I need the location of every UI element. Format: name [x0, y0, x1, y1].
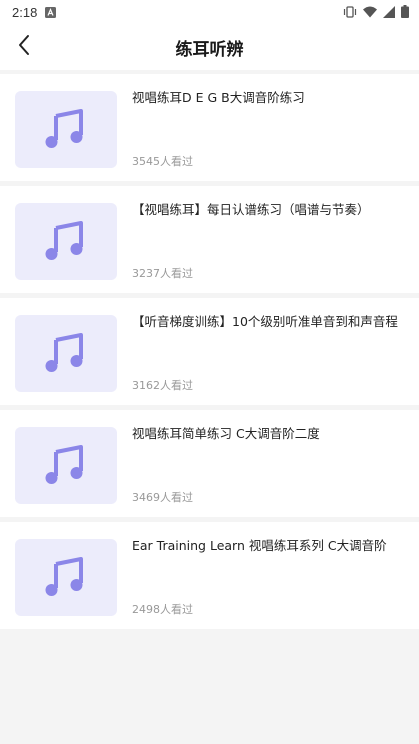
music-note-icon — [45, 443, 87, 489]
thumbnail — [15, 315, 117, 392]
thumbnail — [15, 91, 117, 168]
wifi-icon — [363, 3, 377, 22]
item-title: Ear Training Learn 视唱练耳系列 C大调音阶 — [132, 538, 387, 553]
item-title: 视唱练耳简单练习 C大调音阶二度 — [132, 426, 320, 441]
list-item[interactable]: Ear Training Learn 视唱练耳系列 C大调音阶 2498人看过 — [0, 522, 419, 629]
page-title: 练耳听辨 — [175, 39, 244, 60]
item-body: Ear Training Learn 视唱练耳系列 C大调音阶 2498人看过 — [132, 538, 405, 616]
back-button[interactable] — [12, 35, 36, 59]
vibrate-icon — [343, 3, 357, 22]
status-right — [343, 3, 409, 22]
item-view-count: 2498人看过 — [132, 603, 193, 616]
list-item[interactable]: 视唱练耳D E G B大调音阶练习 3545人看过 — [0, 74, 419, 181]
status-bar: 2:18 — [0, 0, 419, 24]
list-item[interactable]: 视唱练耳简单练习 C大调音阶二度 3469人看过 — [0, 410, 419, 517]
item-body: 视唱练耳D E G B大调音阶练习 3545人看过 — [132, 90, 405, 168]
item-body: 【视唱练耳】每日认谱练习（唱谱与节奏） 3237人看过 — [132, 202, 405, 280]
item-view-count: 3469人看过 — [132, 491, 193, 504]
list-item[interactable]: 【听音梯度训练】10个级别听准单音到和声音程 3162人看过 — [0, 298, 419, 405]
item-body: 视唱练耳简单练习 C大调音阶二度 3469人看过 — [132, 426, 405, 504]
chevron-left-icon — [17, 34, 31, 60]
music-note-icon — [45, 219, 87, 265]
music-note-icon — [45, 107, 87, 153]
thumbnail — [15, 539, 117, 616]
app-header: 练耳听辨 — [0, 24, 419, 70]
music-note-icon — [45, 555, 87, 601]
item-title: 【听音梯度训练】10个级别听准单音到和声音程 — [132, 314, 398, 329]
signal-icon — [383, 3, 395, 22]
item-view-count: 3162人看过 — [132, 379, 193, 392]
item-view-count: 3545人看过 — [132, 155, 193, 168]
item-view-count: 3237人看过 — [132, 267, 193, 280]
thumbnail — [15, 427, 117, 504]
thumbnail — [15, 203, 117, 280]
music-note-icon — [45, 331, 87, 377]
course-list: 视唱练耳D E G B大调音阶练习 3545人看过 【视唱练耳】每日认谱练习（唱… — [0, 74, 419, 629]
status-left: 2:18 — [12, 3, 57, 22]
item-title: 视唱练耳D E G B大调音阶练习 — [132, 90, 305, 105]
battery-icon — [401, 3, 409, 22]
item-body: 【听音梯度训练】10个级别听准单音到和声音程 3162人看过 — [132, 314, 405, 392]
notification-a-icon — [45, 3, 57, 22]
status-time: 2:18 — [12, 4, 38, 20]
item-title: 【视唱练耳】每日认谱练习（唱谱与节奏） — [132, 202, 370, 217]
list-item[interactable]: 【视唱练耳】每日认谱练习（唱谱与节奏） 3237人看过 — [0, 186, 419, 293]
